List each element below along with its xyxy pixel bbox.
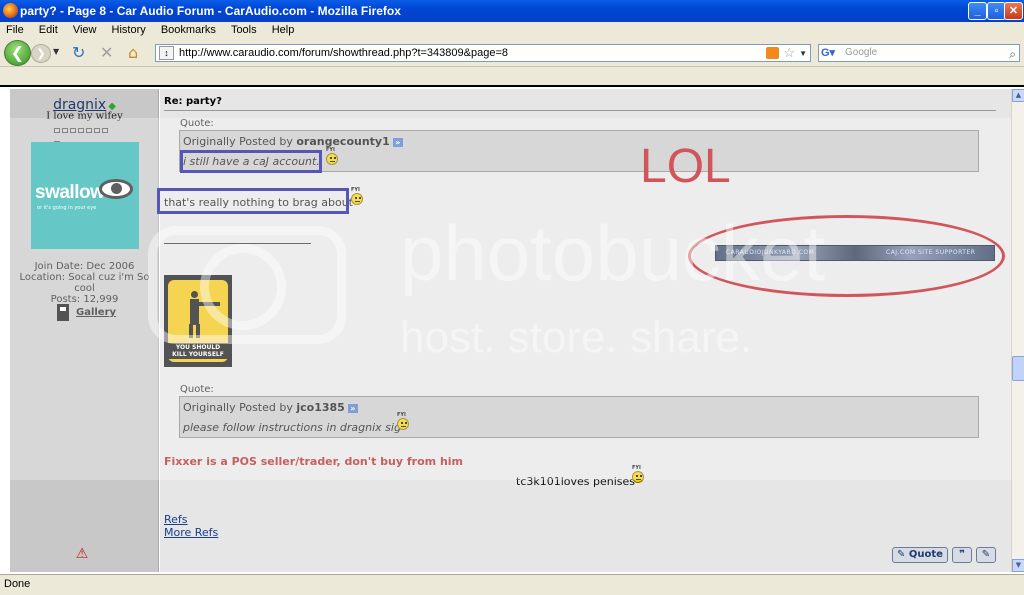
window-titlebar: party? - Page 8 - Car Audio Forum - CarA… <box>0 0 1024 22</box>
quote-author: jco1385 <box>296 401 345 414</box>
scroll-down-icon[interactable]: ▼ <box>1012 559 1024 572</box>
window-title: party? - Page 8 - Car Audio Forum - CarA… <box>20 4 401 18</box>
menu-file[interactable]: File <box>0 22 30 36</box>
gallery-icon <box>57 304 69 321</box>
forward-button[interactable]: ❯ <box>31 44 51 63</box>
highlight-box-quote <box>180 150 322 173</box>
quote-header: Originally Posted by orangecounty1» <box>183 135 403 148</box>
quote-button[interactable]: ✎ Quote <box>892 547 948 563</box>
multi-quote-icon[interactable]: ❞ <box>952 547 972 563</box>
quote-text: please follow instructions in dragnix si… <box>183 421 401 434</box>
user-location: Location: Socal cuz i'm So cool <box>19 272 150 294</box>
red-circle-annotation <box>688 215 1005 297</box>
avatar-subtext: or it's going in your eye <box>37 205 97 211</box>
join-date: Join Date: Dec 2006 <box>34 261 135 272</box>
menu-tools[interactable]: Tools <box>225 22 263 36</box>
post-title: Re: party? <box>164 96 222 107</box>
page-content: dragnix ◆ I love my wifey swallow or it's… <box>10 89 1011 572</box>
quick-reply-icon[interactable]: ✎ <box>976 547 996 563</box>
avatar: swallow or it's going in your eye <box>31 142 139 249</box>
quote-label: Quote: <box>180 384 214 395</box>
report-post-icon[interactable]: ⚠ <box>74 547 90 562</box>
lol-annotation: LOL <box>640 140 731 193</box>
avatar-text: swallow <box>35 182 105 203</box>
site-favicon-icon: ↕ <box>159 46 174 60</box>
menu-bar: File Edit View History Bookmarks Tools H… <box>0 22 1024 39</box>
menu-help[interactable]: Help <box>266 22 301 36</box>
signature-image: YOU SHOULD KILL YOURSELF <box>164 275 232 367</box>
smiley-icon <box>632 471 644 483</box>
quote-label: Quote: <box>180 118 214 129</box>
reload-icon[interactable]: ↻ <box>72 45 85 61</box>
post-body: Re: party? Quote: Originally Posted by o… <box>157 89 1011 572</box>
search-icon[interactable]: ⌕ <box>1009 46 1016 62</box>
search-input[interactable]: G▾ Google ⌕ <box>818 44 1020 62</box>
title-divider <box>164 110 996 111</box>
eye-icon <box>99 179 133 199</box>
quote-header: Originally Posted by jco1385» <box>183 401 358 414</box>
signature-warning-text: Fixxer is a POS seller/trader, don't buy… <box>164 455 464 468</box>
navigation-toolbar: ❮ ❯ ▼ ↻ ✕ ⌂ ↕ http://www.caraudio.com/fo… <box>0 39 1024 67</box>
firefox-icon <box>3 3 18 18</box>
view-post-arrow-icon[interactable]: » <box>392 137 403 147</box>
bookmarks-toolbar <box>0 67 1024 87</box>
bookmark-star-icon[interactable]: ☆ <box>783 45 795 61</box>
history-dropdown-icon[interactable]: ▼ <box>53 47 59 56</box>
status-bar: Done <box>0 574 1024 595</box>
smiley-icon <box>397 418 409 430</box>
quote-box-2: Originally Posted by jco1385» please fol… <box>179 396 979 438</box>
scroll-up-icon[interactable]: ▲ <box>1012 89 1024 102</box>
menu-edit[interactable]: Edit <box>33 22 64 36</box>
close-button[interactable]: ✕ <box>1004 2 1023 20</box>
rss-feed-icon[interactable] <box>766 47 779 59</box>
url-dropdown-icon[interactable]: ▼ <box>799 46 807 62</box>
smiley-icon <box>351 193 363 205</box>
gallery-label: Gallery <box>76 307 117 318</box>
menu-history[interactable]: History <box>106 22 152 36</box>
signature-divider <box>164 243 311 244</box>
menu-view[interactable]: View <box>67 22 103 36</box>
sign-text: YOU SHOULD KILL YOURSELF <box>168 343 228 359</box>
refs-link[interactable]: Refs <box>164 513 188 526</box>
view-post-arrow-icon[interactable]: » <box>347 403 358 413</box>
minimize-button[interactable]: _ <box>968 2 987 20</box>
more-refs-link[interactable]: More Refs <box>164 526 218 539</box>
status-text: Done <box>4 578 31 590</box>
menu-bookmarks[interactable]: Bookmarks <box>155 22 222 36</box>
quote-author: orangecounty1 <box>296 135 390 148</box>
back-button[interactable]: ❮ <box>4 40 31 66</box>
google-engine-icon[interactable]: G▾ <box>821 46 841 60</box>
highlight-box-reply <box>157 188 349 214</box>
url-text: http://www.caraudio.com/forum/showthread… <box>179 47 508 59</box>
user-info-column: dragnix ◆ I love my wifey swallow or it's… <box>10 89 159 572</box>
vertical-scrollbar[interactable]: ▲ ▼ <box>1011 89 1024 572</box>
user-title: I love my wifey <box>46 111 123 122</box>
signature-center-text: tc3k101loves penises <box>516 475 636 488</box>
smiley-icon <box>326 153 338 165</box>
reputation-bar <box>54 123 116 146</box>
stop-icon[interactable]: ✕ <box>100 45 113 61</box>
search-placeholder: Google <box>845 47 878 58</box>
home-icon[interactable]: ⌂ <box>128 45 138 61</box>
user-details: Join Date: Dec 2006 Location: Socal cuz … <box>10 261 159 305</box>
scroll-thumb[interactable] <box>1012 356 1024 381</box>
url-bar[interactable]: ↕ http://www.caraudio.com/forum/showthre… <box>155 44 811 62</box>
gallery-link[interactable]: Gallery <box>57 304 117 322</box>
